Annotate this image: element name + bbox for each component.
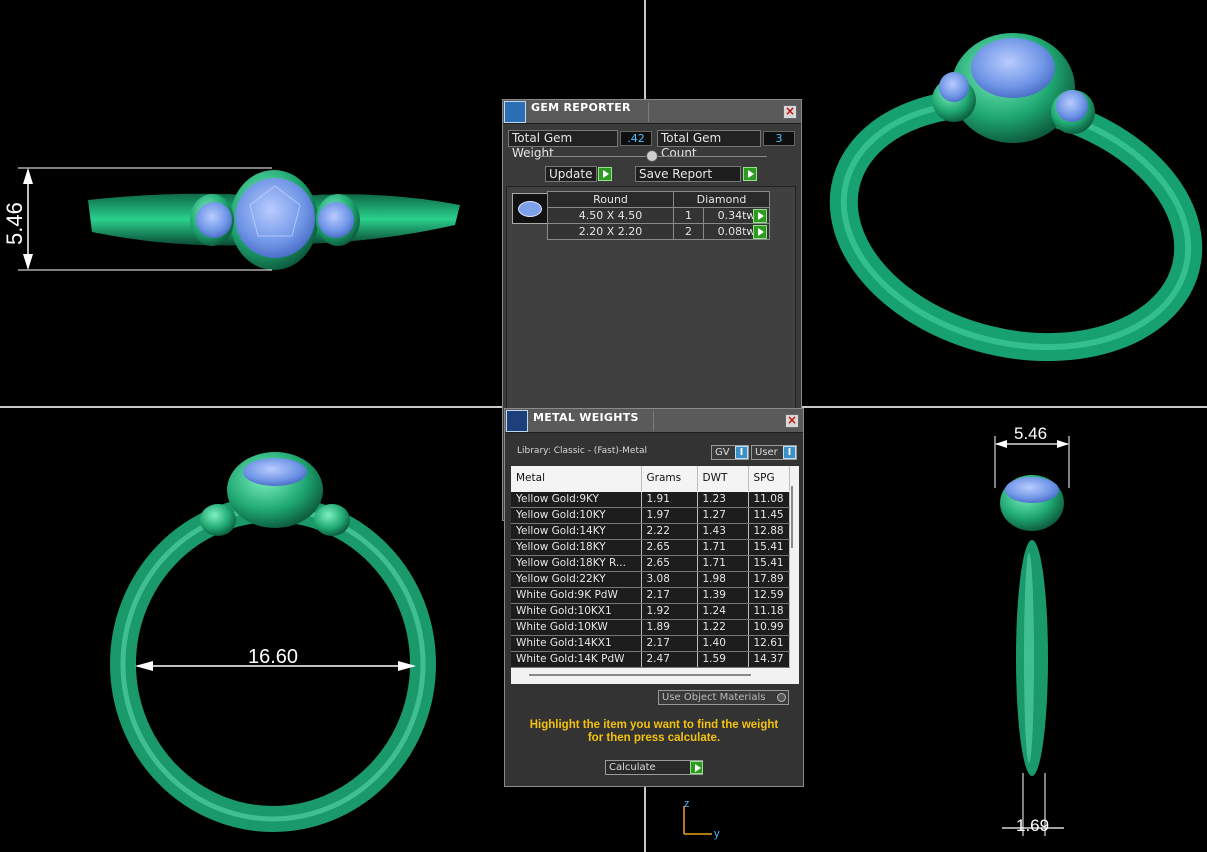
round-gem-icon [518, 201, 542, 217]
gem-list-table: Round Diamond 4.50 X 4.50 1 0.34tw 2.20 … [547, 191, 770, 240]
table-row[interactable]: Yellow Gold:18KY R... 2.65 1.71 15.41 [511, 555, 790, 572]
table-row[interactable]: Yellow Gold:10KY 1.97 1.27 11.45 [511, 507, 790, 524]
gem-thumbnail[interactable] [512, 193, 548, 224]
gem-row[interactable]: 2.20 X 2.20 2 0.08tw [547, 223, 770, 240]
total-gem-count-label: Total Gem Count [657, 130, 761, 160]
save-report-button[interactable]: Save Report [635, 166, 741, 182]
close-icon[interactable]: × [783, 105, 797, 119]
side-view[interactable]: 5.46 1.69 [806, 408, 1207, 852]
update-go-icon[interactable] [598, 167, 612, 181]
table-row[interactable]: White Gold:10KW 1.89 1.22 10.99 [511, 619, 790, 636]
radio-icon[interactable] [777, 693, 786, 702]
update-button[interactable]: Update [545, 166, 597, 182]
metal-weights-logo-icon [506, 410, 528, 432]
column-header-metal[interactable]: Metal [511, 466, 642, 492]
side-top-dimension-label: 5.46 [1014, 424, 1047, 443]
user-toggle-icon[interactable]: I [783, 446, 796, 459]
gem-shape-header: Round [547, 191, 674, 208]
table-row[interactable]: Yellow Gold:14KY 2.22 1.43 12.88 [511, 523, 790, 540]
table-row[interactable]: White Gold:14K PdW 2.47 1.59 14.37 [511, 651, 790, 668]
total-gem-count-value: 3 [763, 131, 795, 146]
gem-reporter-logo-icon [504, 101, 526, 123]
gem-material-header: Diamond [673, 191, 770, 208]
column-header-spg[interactable]: SPG [748, 466, 790, 492]
table-row[interactable]: White Gold:10KX1 1.92 1.24 11.18 [511, 603, 790, 620]
save-report-go-icon[interactable] [743, 167, 757, 181]
gem-row[interactable]: 4.50 X 4.50 1 0.34tw [547, 207, 770, 224]
gv-toggle-icon[interactable]: I [735, 446, 748, 459]
gem-reporter-titlebar[interactable]: GEM REPORTER × [503, 100, 801, 124]
column-header-dwt[interactable]: DWT [697, 466, 749, 492]
gem-row-1-go-icon[interactable] [753, 209, 767, 223]
library-label: Library: Classic - (Fast)-Metal [517, 446, 648, 456]
total-gem-weight-value: .42 [620, 131, 652, 146]
vertical-scrollbar[interactable] [791, 486, 793, 548]
metal-weights-title: METAL WEIGHTS [533, 411, 639, 424]
gem-row-2-go-icon[interactable] [753, 225, 767, 239]
calculate-button[interactable]: Calculate [605, 760, 703, 775]
horizontal-scrollbar[interactable] [529, 674, 751, 676]
metal-weights-titlebar[interactable]: METAL WEIGHTS × [505, 409, 803, 433]
gem-reporter-title: GEM REPORTER [531, 101, 631, 114]
table-row[interactable]: White Gold:14KX1 2.17 1.40 12.61 [511, 635, 790, 652]
viewport-stage[interactable]: 5.46 16.60 5.46 1.69 z y GEM REPORTER × … [0, 0, 1207, 852]
axis-triad: z y [683, 798, 720, 840]
use-object-materials-select[interactable]: Use Object Materials [658, 690, 789, 705]
table-row[interactable]: White Gold:9K PdW 2.17 1.39 12.59 [511, 587, 790, 604]
calculate-hint-line-2: for then press calculate. [587, 732, 721, 744]
table-row[interactable]: Yellow Gold:18KY 2.65 1.71 15.41 [511, 539, 790, 556]
axis-y-label: y [714, 828, 720, 840]
collapse-toggle-icon[interactable] [646, 150, 658, 162]
total-gem-weight-label: Total Gem Weight [508, 130, 618, 160]
column-header-grams[interactable]: Grams [641, 466, 698, 492]
front-dimension-label: 5.46 [2, 202, 27, 245]
ring-size-dimension-label: 16.60 [248, 646, 298, 668]
metal-weights-panel: METAL WEIGHTS × Library: Classic - (Fast… [504, 408, 804, 787]
side-bottom-dimension-label: 1.69 [1016, 816, 1049, 835]
metal-table[interactable]: Metal Grams DWT SPG Yellow Gold:9KY 1.91 1… [511, 466, 799, 684]
axis-z-label: z [684, 798, 690, 810]
calculate-hint-line-1: Highlight the item you want to find the … [529, 719, 779, 731]
table-row[interactable]: Yellow Gold:22KY 3.08 1.98 17.89 [511, 571, 790, 588]
close-icon[interactable]: × [785, 414, 799, 428]
table-row[interactable]: Yellow Gold:9KY 1.91 1.23 11.08 [511, 491, 790, 508]
calculate-go-icon[interactable] [690, 761, 703, 774]
